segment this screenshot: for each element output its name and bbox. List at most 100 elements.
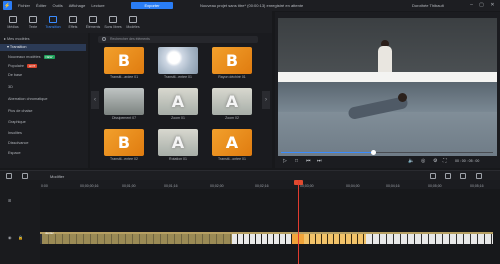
sidebar-item-pics[interactable]: Pics de chaise bbox=[8, 109, 32, 113]
tab-medias[interactable]: Médias bbox=[3, 11, 23, 33]
transition-thumb[interactable]: A bbox=[212, 129, 252, 156]
seek-progress bbox=[281, 152, 373, 153]
sidebar-item-3d[interactable]: 3D bbox=[8, 85, 13, 89]
modifier-label[interactable]: Modifier bbox=[50, 174, 64, 179]
clip-filmstrip bbox=[366, 234, 493, 244]
thumb-glyph bbox=[158, 47, 198, 74]
settings-icon[interactable] bbox=[476, 173, 482, 179]
add-track-icon[interactable]: ⊞ bbox=[8, 198, 11, 203]
settings-icon[interactable]: ⚙ bbox=[433, 158, 437, 164]
scroll-right-button[interactable]: › bbox=[262, 91, 270, 109]
menu-outils[interactable]: Outils bbox=[52, 3, 62, 8]
zoom-fit-icon[interactable] bbox=[445, 173, 451, 179]
playhead[interactable] bbox=[298, 180, 299, 264]
title-bar: ⚡ Fichier Éditer Outils Affichage Lectur… bbox=[0, 0, 500, 11]
ruler-tick: 00;04;16 bbox=[386, 184, 400, 188]
menu-lecture[interactable]: Lecture bbox=[91, 3, 104, 8]
sidebar-item-mes-modeles[interactable]: ▸ Mes modèles bbox=[4, 36, 30, 41]
text-icon bbox=[29, 15, 37, 23]
play-icon[interactable]: ▷ bbox=[283, 158, 287, 164]
split-icon[interactable] bbox=[22, 173, 28, 179]
thumb-glyph: B bbox=[117, 133, 131, 152]
thumb-glyph: A bbox=[171, 92, 185, 111]
sidebar-item-transition[interactable]: ▾ Transition bbox=[0, 44, 86, 51]
search-input[interactable]: Rechercher des éléments bbox=[98, 36, 258, 43]
tab-elements[interactable]: Éléments bbox=[83, 11, 103, 33]
next-frame-icon[interactable]: ⏭ bbox=[317, 158, 322, 164]
visibility-icon[interactable]: ◉ bbox=[8, 235, 12, 240]
menu-editer[interactable]: Éditer bbox=[36, 3, 46, 8]
tab-label: Texte bbox=[28, 24, 38, 29]
tab-texte[interactable]: Texte bbox=[23, 11, 43, 33]
transition-thumb[interactable]: B bbox=[212, 47, 252, 74]
thumb-glyph: A bbox=[225, 92, 239, 111]
sidebar-item-de-base[interactable]: De base bbox=[8, 73, 22, 77]
video-preview[interactable] bbox=[278, 18, 497, 156]
maximize-icon[interactable]: ▢ bbox=[478, 2, 485, 9]
templates-icon bbox=[129, 15, 137, 23]
sidebar-item-espace[interactable]: Espace bbox=[8, 151, 21, 155]
transition-icon bbox=[49, 15, 57, 23]
transition-thumb[interactable]: A bbox=[212, 88, 252, 115]
tab-label: Effets bbox=[68, 24, 78, 29]
thumb-label: Transitl...entee 01 bbox=[164, 75, 192, 79]
transition-thumb[interactable]: B bbox=[104, 47, 144, 74]
tab-effets[interactable]: Effets bbox=[63, 11, 83, 33]
transition-thumb[interactable]: B bbox=[104, 129, 144, 156]
thumb-glyph: B bbox=[225, 51, 239, 70]
elements-icon bbox=[89, 15, 97, 23]
ruler-tick: 00;01;00 bbox=[122, 184, 136, 188]
stop-icon[interactable]: □ bbox=[295, 158, 298, 164]
seek-handle[interactable] bbox=[371, 150, 376, 155]
thumb-label: Zoom 01 bbox=[171, 116, 185, 120]
tab-transition[interactable]: Transition bbox=[43, 11, 63, 33]
thumb-label: Transitl...ardee 01 bbox=[109, 75, 139, 79]
close-icon[interactable]: ✕ bbox=[489, 2, 496, 9]
search-icon bbox=[102, 37, 106, 41]
menu-affichage[interactable]: Affichage bbox=[69, 3, 86, 8]
prev-frame-icon[interactable]: ⏮ bbox=[306, 158, 311, 164]
transition-thumb[interactable]: A bbox=[158, 88, 198, 115]
track-headers: ⊞ ◉ 🔒 bbox=[0, 180, 40, 264]
ruler-tick: 00;02;00 bbox=[210, 184, 224, 188]
clip-filmstrip bbox=[42, 234, 232, 244]
transition-thumb[interactable] bbox=[104, 88, 144, 115]
sidebar-item-aberration[interactable]: Aberration chromatique bbox=[8, 97, 47, 101]
menu-fichier[interactable]: Fichier bbox=[18, 3, 30, 8]
sidebar-item-dissolvance[interactable]: Dissolvance bbox=[8, 141, 28, 145]
sidebar-item-insolites[interactable]: Insolites bbox=[8, 131, 22, 135]
sidebar-item-nouveaux[interactable]: Nouveaux modèles NEW bbox=[8, 55, 55, 59]
timeline-ruler[interactable]: 0:00 00;00;00;16 00;01;00 00;01;16 00;02… bbox=[40, 180, 500, 189]
category-sidebar: ▸ Mes modèles ▾ Transition Nouveaux modè… bbox=[0, 33, 88, 168]
thumb-glyph: B bbox=[117, 51, 131, 70]
tab-label: Transition bbox=[45, 24, 61, 29]
ruler-tick: 00;00;00;16 bbox=[80, 184, 99, 188]
app-logo: ⚡ bbox=[3, 1, 12, 10]
clip-name: deplac bbox=[45, 231, 54, 235]
tab-modeles[interactable]: Modèles bbox=[123, 11, 143, 33]
tab-sons-libres[interactable]: Sons libres bbox=[103, 11, 123, 33]
preview-timecode: 00 : 00 : 05 : 00 bbox=[455, 159, 480, 163]
sidebar-item-graphique[interactable]: Graphique bbox=[8, 120, 26, 124]
thumb-glyph: A bbox=[225, 133, 239, 152]
export-button[interactable]: Exporter bbox=[131, 2, 173, 9]
timeline-tracks[interactable] bbox=[40, 189, 500, 264]
undo-icon[interactable] bbox=[6, 173, 12, 179]
transition-thumb[interactable] bbox=[158, 47, 198, 74]
transition-thumb[interactable]: A bbox=[158, 129, 198, 156]
snapshot-icon[interactable]: ◎ bbox=[421, 158, 425, 164]
account-name[interactable]: Dorothée Thibault bbox=[412, 3, 444, 8]
seek-bar[interactable] bbox=[281, 150, 493, 155]
thumb-label: Transitl...ontee 01 bbox=[218, 157, 246, 161]
minimize-icon[interactable]: – bbox=[468, 2, 475, 9]
scroll-left-button[interactable]: ‹ bbox=[91, 91, 99, 109]
fullscreen-icon[interactable]: ⛶ bbox=[443, 158, 447, 164]
lock-icon[interactable]: 🔒 bbox=[18, 235, 23, 240]
sidebar-item-populaire[interactable]: Populaire HOT bbox=[8, 64, 38, 68]
zoom-in-icon[interactable] bbox=[460, 173, 466, 179]
tab-label: Modèles bbox=[126, 24, 140, 29]
transition-browser: Rechercher des éléments ‹ › B Transitl..… bbox=[90, 33, 272, 168]
volume-icon[interactable]: 🔈 bbox=[408, 158, 414, 164]
zoom-out-icon[interactable] bbox=[430, 173, 436, 179]
preview-panel: ▷ □ ⏮ ⏭ 🔈 ◎ ⚙ ⛶ 00 : 00 : 05 : 00 bbox=[275, 12, 500, 168]
